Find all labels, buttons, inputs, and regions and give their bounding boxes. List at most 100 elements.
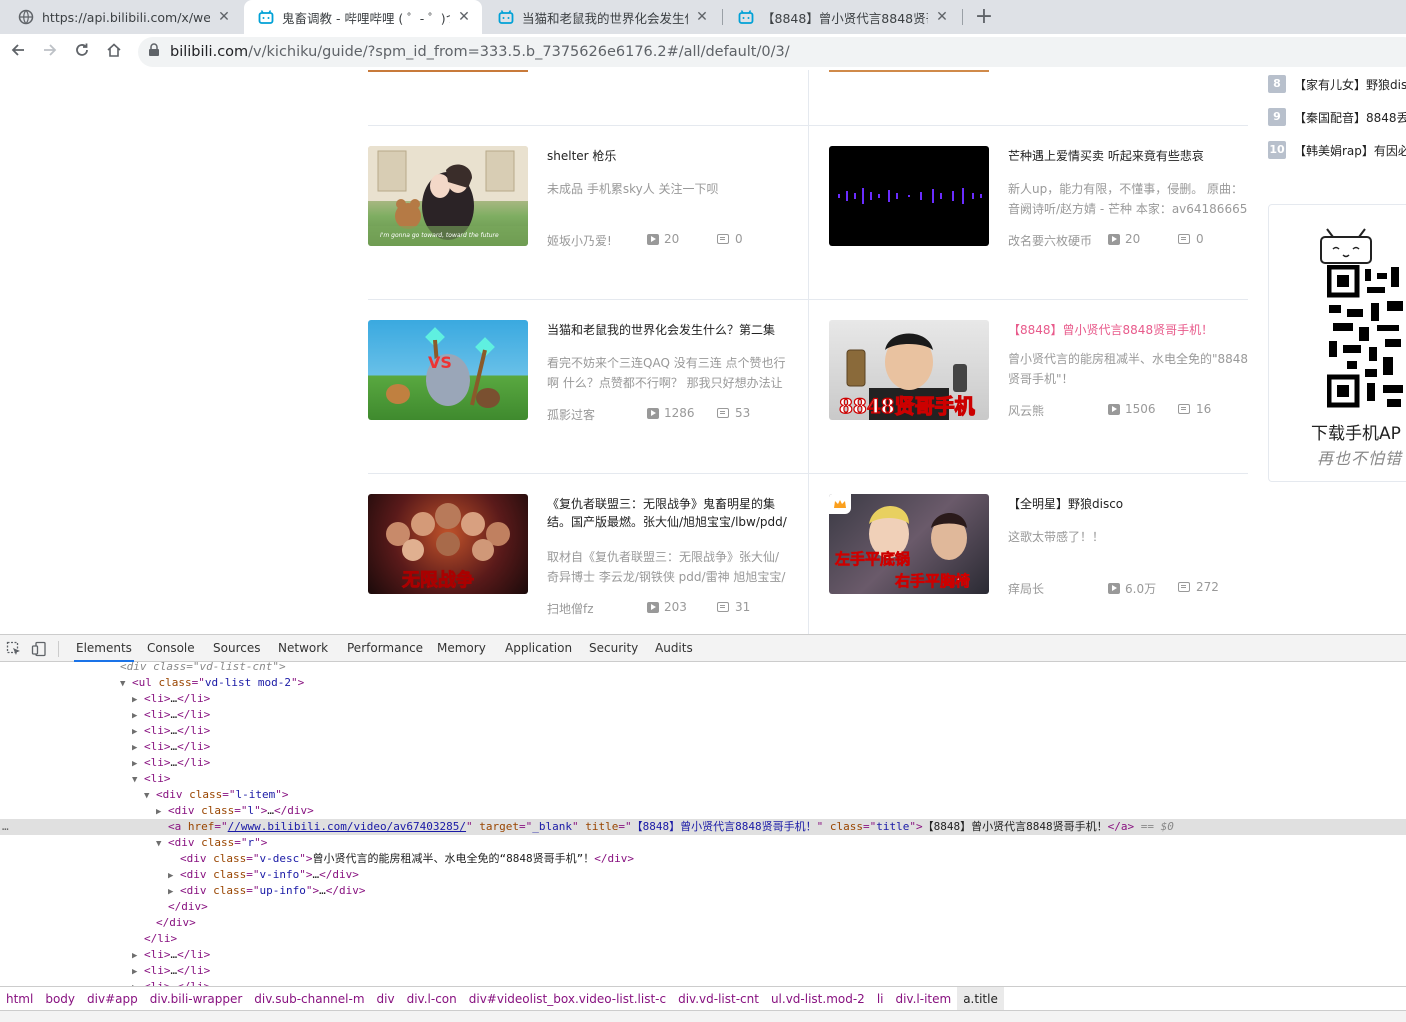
dom-node-row[interactable]: ▶<li>…</li> — [0, 963, 1406, 979]
dom-node-row[interactable]: ▶ <div class="v-info">…</div> — [0, 867, 1406, 883]
reload-button[interactable] — [68, 38, 96, 66]
breadcrumb-item[interactable]: div — [371, 987, 401, 1011]
collapsed-triangle-icon[interactable]: ▶ — [132, 740, 144, 756]
breadcrumb-item[interactable]: ul.vd-list.mod-2 — [765, 987, 871, 1011]
breadcrumb-item[interactable]: div#videolist_box.video-list.list-c — [463, 987, 672, 1011]
tab-close-icon[interactable]: ✕ — [694, 9, 710, 25]
dom-tree-panel[interactable]: <div class="vd-list-cnt"> ▼ <ul class="vd-… — [0, 662, 1406, 986]
dom-node-row[interactable]: ▶<li>…</li> — [0, 707, 1406, 723]
devtools-tab-application[interactable]: Application — [503, 635, 574, 662]
dom-node-row[interactable]: </div> — [0, 899, 1406, 915]
devtools-tab-audits[interactable]: Audits — [653, 635, 695, 662]
collapsed-triangle-icon[interactable]: ▶ — [156, 804, 168, 820]
breadcrumb-item[interactable]: li — [871, 987, 890, 1011]
dom-node-row[interactable]: ▶<li>…</li> — [0, 723, 1406, 739]
video-uploader[interactable]: 痒局长 — [1008, 580, 1044, 597]
rank-item[interactable]: 10 【韩美娟rap】有因必 — [1268, 141, 1406, 159]
dom-node-row[interactable]: <div class="vd-list-cnt"> — [0, 662, 1406, 675]
video-uploader[interactable]: 孤影过客 — [547, 406, 595, 423]
video-uploader[interactable]: 姬坂小乃爱! — [547, 232, 612, 249]
video-title[interactable]: 芒种遇上爱情买卖 听起来竟有些悲哀 — [1008, 147, 1248, 165]
devtools-tab-sources[interactable]: Sources — [211, 635, 262, 662]
breadcrumb-item[interactable]: body — [39, 987, 81, 1011]
expanded-triangle-icon[interactable]: ▼ — [132, 772, 144, 788]
address-bar[interactable]: bilibili.com/v/kichiku/guide/?spm_id_fro… — [138, 37, 1406, 67]
dom-node-row[interactable]: </div> — [0, 915, 1406, 931]
devtools-tab-memory[interactable]: Memory — [435, 635, 488, 662]
breadcrumb-item[interactable]: div#app — [81, 987, 144, 1011]
breadcrumb-item[interactable]: html — [0, 987, 39, 1011]
breadcrumb-item[interactable]: div.l-item — [889, 987, 957, 1011]
video-title[interactable]: 【8848】曾小贤代言8848贤哥手机！ — [1008, 321, 1248, 339]
dom-node-row[interactable]: <div class="v-desc">曾小贤代言的能房租减半、水电全免的“88… — [0, 851, 1406, 867]
forward-button[interactable] — [36, 38, 64, 66]
back-button[interactable] — [4, 38, 32, 66]
dom-node-row[interactable]: ▼ <div class="r"> — [0, 835, 1406, 851]
video-thumbnail[interactable]: VS — [368, 320, 528, 420]
tab-close-icon[interactable]: ✕ — [216, 9, 232, 25]
dom-node-row[interactable]: ▼ <li> — [0, 771, 1406, 787]
home-button[interactable] — [100, 38, 128, 66]
breadcrumb-item[interactable]: div.bili-wrapper — [144, 987, 249, 1011]
dom-node-row[interactable]: ▼ <div class="l-item"> — [0, 787, 1406, 803]
breadcrumb-item[interactable]: a.title — [957, 986, 1004, 1011]
video-uploader[interactable]: 改名要六枚硬币 — [1008, 232, 1092, 249]
device-toolbar-icon[interactable] — [31, 641, 47, 657]
video-uploader[interactable]: 扫地僧fz — [547, 600, 594, 617]
video-title[interactable]: 《复仇者联盟三：无限战争》鬼畜明星的集结。国产版最燃。张大仙/旭旭宝宝/lbw/… — [547, 495, 787, 531]
expanded-triangle-icon[interactable]: ▼ — [144, 788, 156, 804]
danmaku-icon — [1178, 404, 1190, 414]
collapsed-triangle-icon[interactable]: ▶ — [132, 964, 144, 980]
collapsed-triangle-icon[interactable]: ▶ — [132, 948, 144, 964]
inspect-element-icon[interactable] — [6, 641, 22, 657]
devtools-tab-network[interactable]: Network — [276, 635, 330, 662]
new-tab-button[interactable]: + — [972, 4, 996, 30]
breadcrumb-item[interactable]: div.vd-list-cnt — [672, 987, 765, 1011]
breadcrumb-item[interactable]: div.l-con — [401, 987, 463, 1011]
dom-node-row[interactable]: … <a href="//www.bilibili.com/video/av674… — [0, 819, 1406, 835]
devtools-tab-performance[interactable]: Performance — [345, 635, 425, 662]
devtools-tab-console[interactable]: Console — [145, 635, 197, 662]
dom-node-row[interactable]: ▶<li>…</li> — [0, 947, 1406, 963]
collapsed-triangle-icon[interactable]: ▶ — [168, 884, 180, 900]
dom-node-row[interactable]: ▶ <div class="l">…</div> — [0, 803, 1406, 819]
devtools-tab-elements[interactable]: Elements — [74, 635, 134, 662]
app-download-box[interactable]: 下载手机AP 再也不怕错 — [1268, 204, 1406, 482]
collapsed-triangle-icon[interactable]: ▶ — [132, 692, 144, 708]
browser-tab-8848[interactable]: 【8848】曾小贤代言8848贤哥手 ✕ — [724, 0, 960, 34]
collapsed-triangle-icon[interactable]: ▶ — [132, 724, 144, 740]
video-uploader[interactable]: 风云熊 — [1008, 402, 1044, 419]
browser-tab-kichiku[interactable]: 鬼畜调教 - 哔哩哔哩 ( ゜- ゜)つロ ✕ — [244, 0, 482, 34]
tab-close-icon[interactable]: ✕ — [934, 9, 950, 25]
video-thumbnail[interactable]: 左手平底锅 右手平胸椅 — [829, 494, 989, 594]
dom-node-row[interactable]: ▶<li>…</li> — [0, 739, 1406, 755]
video-title[interactable]: 【全明星】野狼disco — [1008, 495, 1248, 513]
browser-tab-tom-jerry[interactable]: 当猫和老鼠我的世界化会发生什么 ✕ — [484, 0, 720, 34]
collapsed-triangle-icon[interactable]: ▶ — [132, 756, 144, 772]
expanded-triangle-icon[interactable]: ▼ — [120, 676, 132, 692]
video-thumbnail[interactable]: I'm gonna go toward, toward the future — [368, 146, 528, 246]
dom-node-row[interactable]: ▶ <div class="up-info">…</div> — [0, 883, 1406, 899]
dom-node-row[interactable]: ▶<li>…</li> — [0, 755, 1406, 771]
video-thumbnail[interactable] — [829, 146, 989, 246]
collapsed-triangle-icon[interactable]: ▶ — [132, 708, 144, 724]
rank-item[interactable]: 8 【家有儿女】野狼disco — [1268, 75, 1406, 93]
danmaku-icon — [1178, 234, 1190, 244]
browser-tab-api[interactable]: https://api.bilibili.com/x/web-i ✕ — [4, 0, 242, 34]
video-title[interactable]: shelter 枪乐 — [547, 147, 787, 165]
rank-item[interactable]: 9 【秦国配音】8848丢人 — [1268, 108, 1406, 126]
breadcrumb-item[interactable]: div.sub-channel-m — [248, 987, 370, 1011]
dom-node-row[interactable]: ▶<li>…</li> — [0, 979, 1406, 986]
devtools-tab-security[interactable]: Security — [587, 635, 640, 662]
node-actions-icon[interactable]: … — [2, 819, 9, 835]
video-title[interactable]: 当猫和老鼠我的世界化会发生什么？第二集 — [547, 321, 787, 339]
dom-node-row[interactable]: ▼ <ul class="vd-list mod-2"> — [0, 675, 1406, 691]
expanded-triangle-icon[interactable]: ▼ — [156, 836, 168, 852]
video-thumbnail[interactable]: 无限战争 — [368, 494, 528, 594]
dom-node-row[interactable]: </li> — [0, 931, 1406, 947]
collapsed-triangle-icon[interactable]: ▶ — [168, 868, 180, 884]
dom-node-row[interactable]: ▶<li>…</li> — [0, 691, 1406, 707]
tab-close-icon[interactable]: ✕ — [456, 9, 472, 25]
danmaku-count-value: 0 — [735, 232, 743, 246]
video-thumbnail[interactable]: 8848贤哥手机 — [829, 320, 989, 420]
